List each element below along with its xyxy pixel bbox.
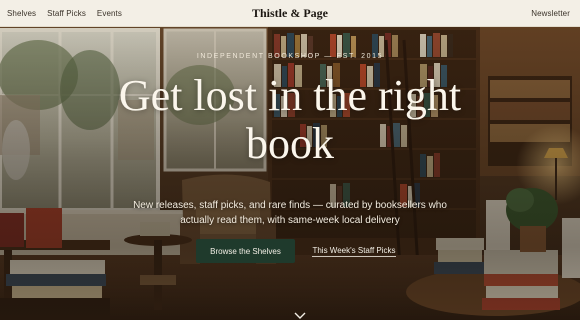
newsletter-link[interactable]: Newsletter <box>531 9 570 18</box>
nav-link-shelves[interactable]: Shelves <box>7 9 36 18</box>
nav-link-staff-picks[interactable]: Staff Picks <box>47 9 86 18</box>
brand-logo[interactable]: Thistle & Page <box>252 6 328 21</box>
chevron-down-icon[interactable] <box>293 311 307 320</box>
nav-right: Newsletter <box>531 0 570 26</box>
nav-links: Shelves Staff Picks Events <box>7 0 122 26</box>
staff-picks-link-label: This Week's Staff Picks <box>312 245 396 257</box>
page: Shelves Staff Picks Events Thistle & Pag… <box>0 0 580 320</box>
hero-subtext: New releases, staff picks, and rare find… <box>133 200 447 226</box>
hero-cta-row: Browse the Shelves This Week's Staff Pic… <box>0 239 580 263</box>
browse-shelves-button[interactable]: Browse the Shelves <box>196 239 295 263</box>
hero-eyebrow: INDEPENDENT BOOKSHOP — EST. 2015 <box>196 53 384 60</box>
nav-link-events[interactable]: Events <box>97 9 122 18</box>
staff-picks-link[interactable]: This Week's Staff Picks <box>308 239 400 263</box>
hero-headline: Get lost in the right book <box>118 71 462 168</box>
top-nav: Shelves Staff Picks Events Thistle & Pag… <box>0 0 580 27</box>
